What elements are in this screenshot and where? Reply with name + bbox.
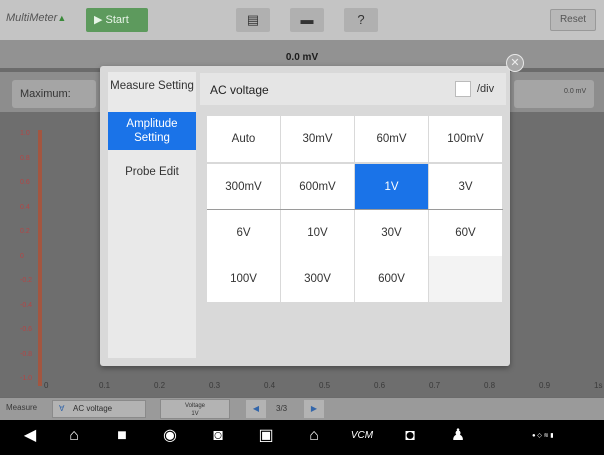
- x-tick-label: 0.1: [99, 381, 111, 390]
- nav-probe-edit[interactable]: Probe Edit: [108, 165, 196, 185]
- filter-icon: ∀: [59, 404, 65, 413]
- camera-icon[interactable]: ◙: [206, 426, 230, 446]
- amplitude-option-100mv[interactable]: 100mV: [429, 116, 502, 162]
- home-icon[interactable]: ⌂: [62, 426, 86, 446]
- reset-button[interactable]: Reset: [550, 9, 596, 31]
- empty-cell: [429, 256, 502, 302]
- start-button[interactable]: ▶ Start: [86, 8, 148, 32]
- green-signal-icon: ▲: [57, 13, 67, 23]
- x-tick-label: 0.7: [429, 381, 441, 390]
- div-checkbox[interactable]: [455, 81, 471, 97]
- amplitude-option-10v[interactable]: 10V: [281, 210, 354, 256]
- amplitude-option-600mv[interactable]: 600mV: [281, 164, 354, 210]
- amplitude-option-60mv[interactable]: 60mV: [355, 116, 428, 162]
- maximum-field: Maximum:: [12, 80, 96, 108]
- help-icon[interactable]: ?: [344, 8, 378, 32]
- x-tick-label: 0.2: [154, 381, 166, 390]
- house-icon[interactable]: ⌂: [302, 426, 326, 446]
- prev-page-icon[interactable]: ◀: [246, 400, 266, 418]
- x-tick-label: 0.4: [264, 381, 276, 390]
- user-icon[interactable]: ♟: [446, 426, 470, 446]
- amplitude-option-6v[interactable]: 6V: [207, 210, 280, 256]
- screen-record-icon[interactable]: ▣: [254, 426, 278, 446]
- vcm-icon[interactable]: VCM: [350, 426, 374, 446]
- x-tick-label: 0.8: [484, 381, 496, 390]
- x-tick-label: 0: [44, 381, 49, 390]
- amplitude-option-300v[interactable]: 300V: [281, 256, 354, 302]
- amplitude-option-1v[interactable]: 1V: [355, 164, 428, 210]
- x-tick-label: 0.3: [209, 381, 221, 390]
- app-title: MultiMeter▲: [6, 12, 67, 24]
- amplitude-option-30mv[interactable]: 30mV: [281, 116, 354, 162]
- y-tick-label: 0.6: [20, 179, 30, 186]
- y-tick-label: 0: [20, 252, 24, 260]
- vci-icon[interactable]: ◉: [158, 426, 182, 446]
- panel-title: AC voltage: [210, 83, 269, 97]
- x-tick-label: 1s: [594, 381, 603, 390]
- recent-apps-icon[interactable]: ■: [110, 426, 134, 446]
- x-tick-label: 0.9: [539, 381, 551, 390]
- y-axis-bar: [38, 130, 42, 386]
- y-tick-label: 0.8: [20, 154, 30, 162]
- x-tick-label: 0.5: [319, 381, 331, 390]
- amplitude-option-3v[interactable]: 3V: [429, 164, 502, 210]
- save-icon[interactable]: ▤: [236, 8, 270, 32]
- close-icon[interactable]: ✕: [506, 54, 524, 72]
- next-page-icon[interactable]: ▶: [304, 400, 324, 418]
- status-icons: ● ◇ ≋ ▮: [532, 433, 554, 439]
- amplitude-option-60v[interactable]: 60V: [429, 210, 502, 256]
- y-tick-label: -0.8: [20, 350, 33, 358]
- y-tick-label: -0.4: [20, 301, 33, 309]
- y-tick-label: -1.0: [20, 375, 33, 382]
- grid-divider: [207, 209, 503, 210]
- stat-value: 0.0 mV: [564, 88, 587, 95]
- amplitude-option-300mv[interactable]: 300mV: [207, 164, 280, 210]
- nav-amplitude-setting[interactable]: Amplitude Setting: [108, 112, 196, 150]
- y-tick-label: 1.0: [20, 130, 30, 137]
- y-tick-label: -0.2: [20, 277, 33, 284]
- amplitude-option-30v[interactable]: 30V: [355, 210, 428, 256]
- div-label: /div: [477, 83, 495, 95]
- x-tick-label: 0.6: [374, 381, 386, 390]
- measure-label: Measure: [6, 403, 38, 412]
- back-icon[interactable]: ◀: [18, 426, 42, 446]
- voltage-button[interactable]: Voltage 1V: [160, 399, 230, 419]
- amplitude-option-auto[interactable]: Auto: [207, 116, 280, 162]
- amplitude-option-600v[interactable]: 600V: [355, 256, 428, 302]
- measure-select[interactable]: ∀ AC voltage: [52, 400, 146, 418]
- page-indicator: 3/3: [276, 404, 288, 413]
- nav-measure-setting[interactable]: Measure Setting: [108, 79, 196, 109]
- y-tick-label: 0.2: [20, 228, 30, 235]
- y-tick-label: -0.6: [20, 326, 33, 333]
- y-tick-label: 0.4: [20, 203, 30, 211]
- folder-icon[interactable]: ▬: [290, 8, 324, 32]
- car-icon[interactable]: ◘: [398, 426, 422, 446]
- play-icon: ▶: [94, 14, 106, 26]
- amplitude-option-100v[interactable]: 100V: [207, 256, 280, 302]
